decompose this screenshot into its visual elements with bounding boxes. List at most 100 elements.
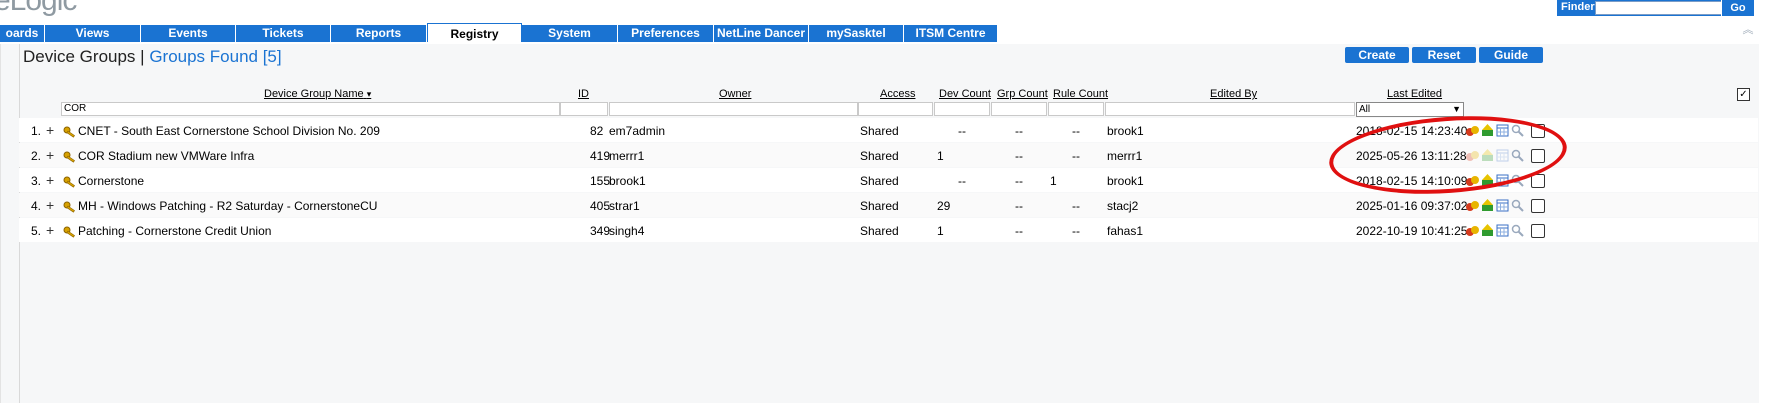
collapse-icon[interactable]: ︽ — [1741, 25, 1755, 37]
tab-system[interactable]: System — [522, 25, 618, 42]
expand-icon[interactable]: + — [46, 148, 54, 162]
tab-itsm-centre[interactable]: ITSM Centre — [904, 25, 998, 42]
tab-mysasktel[interactable]: mySasktel — [809, 25, 904, 42]
expand-icon[interactable]: + — [46, 173, 54, 187]
tab-registry[interactable]: Registry — [427, 23, 522, 42]
device-group-name[interactable]: Patching - Cornerstone Credit Union — [78, 224, 271, 238]
devices-icon[interactable] — [1481, 174, 1494, 187]
last-edited: 2018-02-15 14:23:40 — [1356, 124, 1468, 138]
col-header-edited-by[interactable]: Edited By — [1210, 88, 1257, 100]
filter-name-input[interactable] — [61, 102, 560, 116]
filter-last-edited-select[interactable]: All ▼ — [1356, 102, 1464, 117]
magnify-icon[interactable] — [1511, 174, 1524, 187]
device-group-name[interactable]: COR Stadium new VMWare Infra — [78, 149, 254, 163]
select-all-checkbox[interactable]: ✓ — [1737, 88, 1750, 101]
guide-button[interactable]: Guide — [1479, 47, 1543, 63]
table-row[interactable]: 5. + Patching - Cornerstone Credit Union 34… — [19, 218, 1758, 242]
access: Shared — [860, 124, 899, 138]
magnify-icon[interactable] — [1511, 199, 1524, 212]
expand-icon[interactable]: + — [46, 123, 54, 137]
dev-count: 29 — [937, 199, 951, 213]
device-group-id: 419 — [590, 149, 611, 163]
table-row[interactable]: 4. + MH - Windows Patching - R2 Saturday -… — [19, 193, 1758, 217]
device-group-icon[interactable] — [1466, 174, 1479, 187]
reset-button[interactable]: Reset — [1412, 47, 1476, 63]
calendar-icon[interactable] — [1496, 199, 1509, 212]
col-header-last-edited[interactable]: Last Edited — [1387, 88, 1442, 100]
tab-netline-dancer[interactable]: NetLine Dancer — [714, 25, 809, 42]
row-checkbox[interactable] — [1531, 224, 1545, 238]
expand-icon[interactable]: + — [46, 198, 54, 212]
key-icon[interactable] — [63, 125, 77, 138]
key-icon[interactable] — [63, 200, 77, 213]
expand-icon[interactable]: + — [46, 223, 54, 237]
row-checkbox[interactable] — [1531, 149, 1545, 163]
create-button[interactable]: Create — [1345, 47, 1409, 63]
filter-dev-count-input[interactable] — [934, 102, 990, 116]
devices-icon[interactable] — [1481, 199, 1494, 212]
magnify-icon[interactable] — [1511, 224, 1524, 237]
grp-count: -- — [1015, 149, 1023, 163]
tab-reports[interactable]: Reports — [331, 25, 427, 42]
filter-edited-by-input[interactable] — [1105, 102, 1355, 116]
row-checkbox[interactable] — [1531, 199, 1545, 213]
finder-input[interactable] — [1595, 1, 1730, 15]
row-number: 3. — [30, 174, 41, 188]
col-header-dev-count[interactable]: Dev Count — [939, 88, 991, 100]
col-header-grp-count[interactable]: Grp Count — [997, 88, 1048, 100]
owner: singh4 — [609, 224, 645, 238]
magnify-icon[interactable] — [1511, 124, 1524, 137]
rule-count: -- — [1072, 124, 1080, 138]
finder-go-button[interactable]: Go — [1721, 0, 1754, 16]
col-header-owner[interactable]: Owner — [719, 88, 751, 100]
calendar-icon[interactable] — [1496, 224, 1509, 237]
title-separator: | — [135, 47, 150, 66]
filter-owner-input[interactable] — [609, 102, 858, 116]
device-group-icon[interactable] — [1466, 224, 1479, 237]
owner: brook1 — [609, 174, 646, 188]
devices-icon[interactable] — [1481, 124, 1494, 137]
device-group-icon[interactable] — [1466, 199, 1479, 212]
filter-access-input[interactable] — [858, 102, 933, 116]
device-group-icon[interactable] — [1466, 149, 1479, 162]
table-row[interactable]: 2. + COR Stadium new VMWare Infra 419 merrr1… — [19, 143, 1758, 167]
calendar-icon[interactable] — [1496, 149, 1509, 162]
tab-events[interactable]: Events — [141, 25, 236, 42]
calendar-icon[interactable] — [1496, 124, 1509, 137]
filter-rule-count-input[interactable] — [1048, 102, 1104, 116]
tab-tickets[interactable]: Tickets — [236, 25, 331, 42]
key-icon[interactable] — [63, 175, 77, 188]
tab-preferences[interactable]: Preferences — [618, 25, 714, 42]
owner: strar1 — [609, 199, 640, 213]
row-checkbox[interactable] — [1531, 174, 1545, 188]
calendar-icon[interactable] — [1496, 174, 1509, 187]
col-header-name[interactable]: Device Group Name ▾ — [264, 88, 371, 100]
device-group-id: 82 — [590, 124, 604, 138]
access: Shared — [860, 174, 899, 188]
logo-text: eLogic — [0, 0, 77, 16]
filter-id-input[interactable] — [560, 102, 608, 116]
groups-found-link[interactable]: Groups Found [5] — [149, 47, 281, 66]
device-group-name[interactable]: CNET - South East Cornerstone School Div… — [78, 124, 380, 138]
row-checkbox[interactable] — [1531, 124, 1545, 138]
col-header-rule-count[interactable]: Rule Count — [1053, 88, 1108, 100]
magnify-icon[interactable] — [1511, 149, 1524, 162]
rule-count: -- — [1072, 149, 1080, 163]
col-header-access[interactable]: Access — [880, 88, 915, 100]
rule-count: 1 — [1050, 174, 1057, 188]
key-icon[interactable] — [63, 225, 77, 238]
col-header-id[interactable]: ID — [578, 88, 589, 100]
devices-icon[interactable] — [1481, 224, 1494, 237]
key-icon[interactable] — [63, 150, 77, 163]
filter-grp-count-input[interactable] — [991, 102, 1047, 116]
table-row[interactable]: 3. + Cornerstone 155 brook1 Shared -- -- 1 brook1… — [19, 168, 1758, 192]
row-number: 5. — [30, 224, 41, 238]
device-group-name[interactable]: Cornerstone — [78, 174, 144, 188]
tab-dashboards[interactable]: oards — [0, 25, 45, 42]
tab-views[interactable]: Views — [45, 25, 141, 42]
devices-icon[interactable] — [1481, 149, 1494, 162]
device-group-name[interactable]: MH - Windows Patching - R2 Saturday - Co… — [78, 199, 377, 213]
row-number: 1. — [30, 124, 41, 138]
table-row[interactable]: 1. + CNET - South East Cornerstone School … — [19, 118, 1758, 142]
device-group-icon[interactable] — [1466, 124, 1479, 137]
